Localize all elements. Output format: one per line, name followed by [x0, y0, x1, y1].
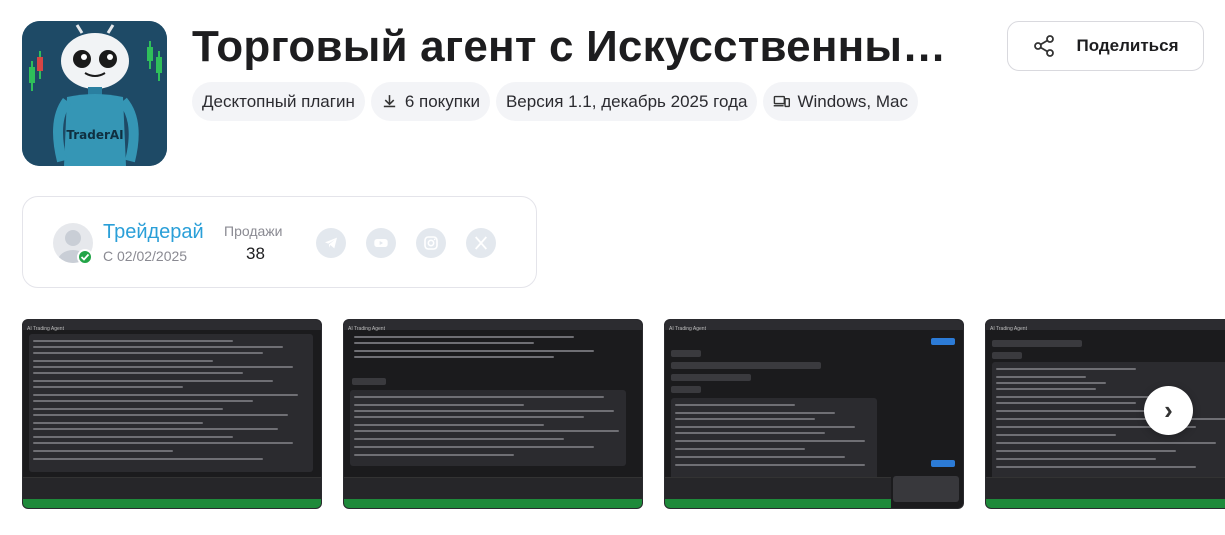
youtube-icon[interactable]: [366, 228, 396, 258]
screenshot-thumbnail[interactable]: AI Trading Agent: [664, 319, 964, 509]
robot-logo-icon: TraderAI: [22, 21, 167, 166]
screenshot-caption: AI Trading Agent: [669, 326, 706, 332]
gallery-next-button[interactable]: ›: [1144, 386, 1193, 435]
telegram-icon[interactable]: [316, 228, 346, 258]
verified-badge-icon: [77, 249, 93, 265]
screenshot-gallery: AI Trading Agent AI Trading Agent AI Tra…: [22, 319, 1225, 509]
screenshot-caption: AI Trading Agent: [990, 326, 1027, 332]
chip-platforms: Windows, Mac: [763, 82, 918, 121]
product-meta-chips: Десктопный плагин 6 покупки Версия 1.1, …: [192, 82, 918, 121]
seller-socials: [316, 228, 496, 258]
product-logo: TraderAI: [22, 21, 167, 166]
screenshot-topbar: [23, 320, 321, 330]
sales-value: 38: [246, 244, 265, 263]
svg-text:TraderAI: TraderAI: [66, 128, 123, 142]
instagram-icon[interactable]: [416, 228, 446, 258]
devices-icon: [774, 95, 791, 108]
screenshot-thumbnail[interactable]: AI Trading Agent: [343, 319, 643, 509]
product-title: Торговый агент с Искусственны…: [192, 22, 947, 71]
screenshot-caption: AI Trading Agent: [348, 326, 385, 332]
product-page: TraderAI Торговый агент с Искусственны… …: [0, 0, 1225, 535]
share-icon: [1034, 35, 1055, 57]
x-icon[interactable]: [466, 228, 496, 258]
download-icon: [383, 95, 396, 108]
seller-since: С 02/02/2025: [103, 248, 188, 264]
screenshot-thumbnail[interactable]: AI Trading Agent: [22, 319, 322, 509]
share-button-label: Поделиться: [1076, 36, 1179, 55]
seller-card: Трейдерай С 02/02/2025 Продажи 38: [22, 196, 537, 288]
screenshot-caption: AI Trading Agent: [27, 326, 64, 332]
seller-name-link[interactable]: Трейдерай: [103, 221, 204, 244]
share-button[interactable]: Поделиться: [1007, 21, 1204, 71]
chip-purchases: 6 покупки: [370, 82, 490, 121]
chip-version: Версия 1.1, декабрь 2025 года: [495, 82, 758, 121]
sales-label: Продажи: [224, 223, 283, 239]
chip-type: Десктопный плагин: [192, 82, 365, 121]
